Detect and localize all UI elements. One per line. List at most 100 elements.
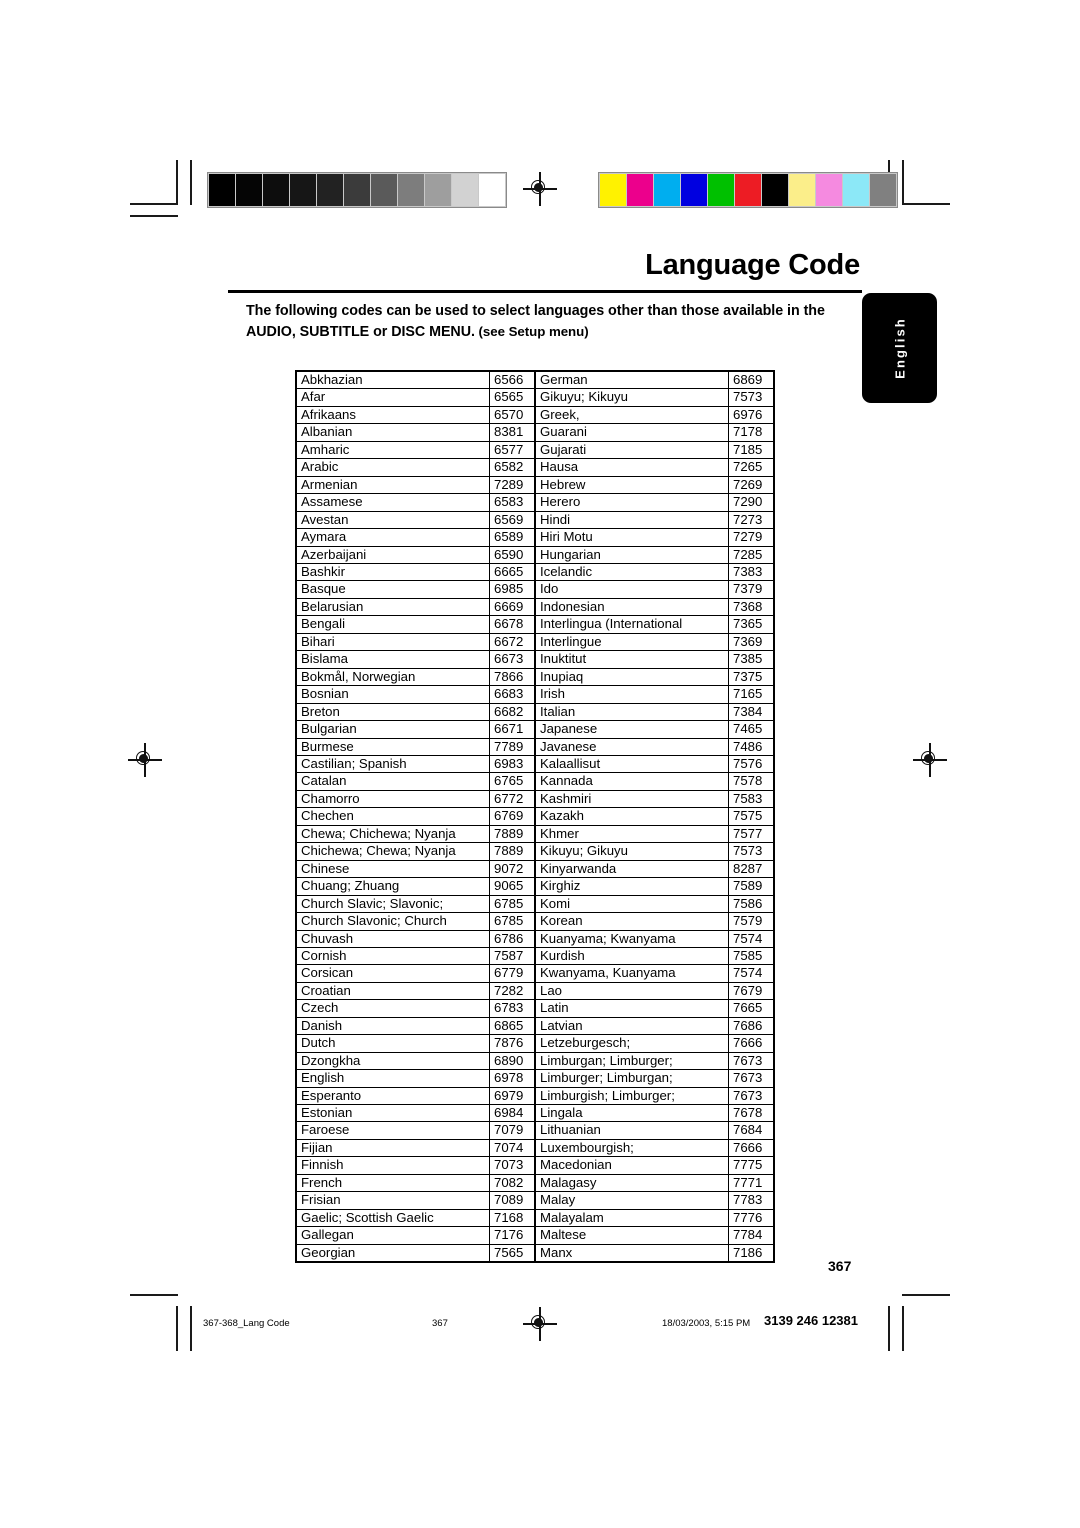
table-row: Chichewa; Chewa; Nyanja 7889 (295, 842, 536, 861)
language-code-cell: 7784 (728, 1226, 775, 1245)
language-name-cell: Gallegan (295, 1226, 490, 1245)
language-name-cell: Greek, (534, 405, 729, 425)
language-code-cell: 7776 (728, 1208, 775, 1228)
table-row: Gikuyu; Kikuyu 7573 (534, 388, 775, 407)
language-code-cell: 7673 (728, 1086, 775, 1106)
table-row: Hebrew 7269 (534, 475, 775, 495)
table-row: Faroese 7079 (295, 1121, 536, 1140)
language-name-cell: Latin (534, 999, 729, 1018)
table-row: Italian 7384 (534, 702, 775, 722)
table-row: Cornish 7587 (295, 946, 536, 966)
language-name-cell: Croatian (295, 981, 490, 1001)
calibration-swatch (681, 174, 707, 206)
footer-file-slug: 367-368_Lang Code (203, 1318, 290, 1329)
language-code-cell: 7577 (728, 824, 775, 844)
language-code-cell: 6566 (489, 370, 536, 390)
language-name-cell: Aymara (295, 528, 490, 547)
language-code-cell: 7375 (728, 667, 775, 687)
language-name-cell: Komi (534, 894, 729, 914)
language-code-cell: 7465 (728, 720, 775, 739)
language-name-cell: Gikuyu; Kikuyu (534, 388, 729, 407)
table-row: Luxembourgish; 7666 (534, 1138, 775, 1158)
language-code-cell: 7282 (489, 981, 536, 1001)
calibration-swatch (654, 174, 680, 206)
language-name-cell: Ido (534, 580, 729, 599)
language-code-cell: 6589 (489, 528, 536, 547)
table-row: Kinyarwanda 8287 (534, 859, 775, 879)
language-name-cell: Javanese (534, 737, 729, 756)
table-row: French 7082 (295, 1173, 536, 1193)
table-row: Bashkir 6665 (295, 562, 536, 582)
language-name-cell: Kurdish (534, 946, 729, 966)
language-name-cell: Dzongkha (295, 1051, 490, 1071)
language-code-cell: 7665 (728, 999, 775, 1018)
table-row: Kazakh 7575 (534, 807, 775, 826)
language-code-cell: 6569 (489, 510, 536, 530)
intro-paragraph: The following codes can be used to selec… (246, 301, 846, 342)
crop-mark-bottom-right-horizontal (902, 1294, 950, 1296)
language-name-cell: Latvian (534, 1016, 729, 1036)
language-name-cell: Bashkir (295, 562, 490, 582)
calibration-swatch (708, 174, 734, 206)
table-row: Chechen 6769 (295, 807, 536, 826)
language-code-cell: 7789 (489, 737, 536, 756)
calibration-swatch (344, 174, 370, 206)
language-name-cell: Lao (534, 981, 729, 1001)
language-code-cell: 7678 (728, 1104, 775, 1123)
language-name-cell: Azerbaijani (295, 545, 490, 564)
language-code-cell: 6582 (489, 458, 536, 477)
intro-setup-menu-note: (see Setup menu) (474, 323, 589, 339)
language-code-cell: 7578 (728, 772, 775, 791)
language-name-cell: Hungarian (534, 545, 729, 564)
table-row: Chamorro 6772 (295, 789, 536, 809)
language-name-cell: Gaelic; Scottish Gaelic (295, 1208, 490, 1228)
language-code-cell: 8381 (489, 423, 536, 442)
language-code-cell: 7186 (728, 1243, 775, 1263)
table-row: Ido 7379 (534, 580, 775, 599)
language-name-cell: Icelandic (534, 562, 729, 582)
language-code-cell: 7666 (728, 1034, 775, 1053)
language-code-cell: 6583 (489, 493, 536, 512)
language-name-cell: Irish (534, 685, 729, 704)
language-code-cell: 6765 (489, 772, 536, 791)
language-name-cell: Assamese (295, 493, 490, 512)
language-code-cell: 7185 (728, 440, 775, 460)
intro-conjunction: or (369, 323, 392, 340)
language-code-cell: 7585 (728, 946, 775, 966)
table-row: Chinese 9072 (295, 859, 536, 879)
language-name-cell: Church Slavic; Slavonic; (295, 894, 490, 914)
intro-disc-menu-label: DISC MENU. (391, 323, 475, 340)
language-code-cell: 7889 (489, 824, 536, 844)
crop-mark-top-left-horizontal (130, 203, 178, 205)
language-code-cell: 6865 (489, 1016, 536, 1036)
language-name-cell: Kazakh (534, 807, 729, 826)
table-row: Herero 7290 (534, 493, 775, 512)
language-name-cell: Bulgarian (295, 720, 490, 739)
table-row: Latin 7665 (534, 999, 775, 1018)
language-code-cell: 7082 (489, 1173, 536, 1193)
language-name-cell: Luxembourgish; (534, 1138, 729, 1158)
table-row: Amharic 6577 (295, 440, 536, 460)
language-name-cell: Avestan (295, 510, 490, 530)
language-name-cell: Limburgish; Limburger; (534, 1086, 729, 1106)
language-code-cell: 7586 (728, 894, 775, 914)
table-row: Chuvash 6786 (295, 929, 536, 948)
language-name-cell: Kalaallisut (534, 754, 729, 774)
language-code-table-left: Abkhazian 6566 Afar 6565 Afrikaans 6570 Albani… (295, 370, 536, 1264)
language-code-cell: 7379 (728, 580, 775, 599)
language-name-cell: Czech (295, 999, 490, 1018)
language-name-cell: Kinyarwanda (534, 859, 729, 879)
table-row: Hausa 7265 (534, 458, 775, 477)
page-title: Language Code (645, 249, 860, 281)
table-row: Breton 6682 (295, 702, 536, 722)
table-row: Armenian 7289 (295, 475, 536, 495)
table-row: Letzeburgesch; 7666 (534, 1034, 775, 1053)
table-row: Kurdish 7585 (534, 946, 775, 966)
language-name-cell: Georgian (295, 1243, 490, 1263)
table-row: Irish 7165 (534, 685, 775, 704)
language-name-cell: Chuang; Zhuang (295, 877, 490, 896)
calibration-swatch (843, 174, 869, 206)
language-name-cell: Chinese (295, 859, 490, 879)
table-row: Kirghiz 7589 (534, 877, 775, 896)
language-name-cell: Korean (534, 912, 729, 931)
